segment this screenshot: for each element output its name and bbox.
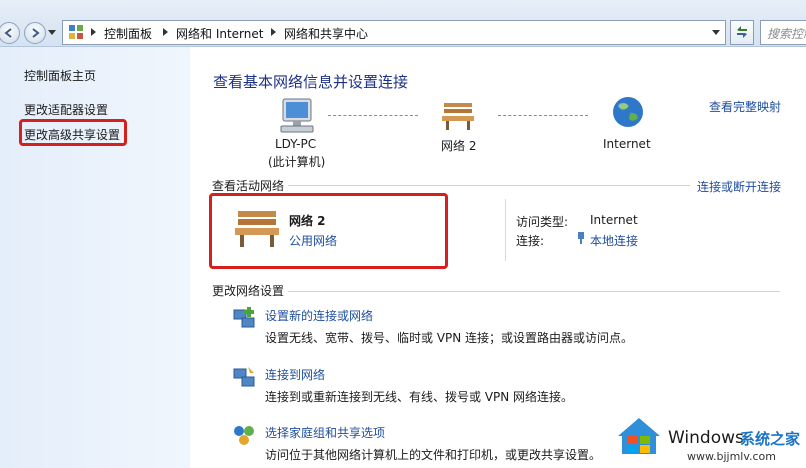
watermark-url: www.bjjmlv.com bbox=[687, 450, 776, 463]
main-pane: 查看基本网络信息并设置连接 查看完整映射 LDY-PC (此计算机) 网络 2 … bbox=[190, 47, 806, 468]
divider bbox=[505, 199, 506, 261]
homegroup-icon bbox=[232, 423, 256, 447]
map-internet-label: Internet bbox=[603, 137, 651, 151]
breadcrumb-chevron-icon[interactable] bbox=[91, 28, 96, 36]
sidebar-item-change-adapter-settings[interactable]: 更改适配器设置 bbox=[24, 101, 108, 118]
bench-icon bbox=[440, 97, 476, 133]
homegroup-sharing-link[interactable]: 选择家庭组和共享选项 bbox=[265, 424, 385, 441]
active-networks-header: 查看活动网络 bbox=[212, 179, 285, 193]
bench-icon bbox=[232, 205, 282, 249]
connect-to-network-desc: 连接到或重新连接到无线、有线、拨号或 VPN 网络连接。 bbox=[265, 390, 574, 404]
breadcrumb-chevron-icon[interactable] bbox=[271, 28, 276, 36]
connect-network-icon bbox=[232, 365, 256, 389]
view-full-map-link[interactable]: 查看完整映射 bbox=[709, 98, 781, 115]
address-bar: 控制面板 网络和 Internet 网络和共享中心 搜索控制面 bbox=[0, 0, 806, 47]
back-button[interactable] bbox=[0, 22, 20, 44]
map-connector-line bbox=[498, 115, 588, 116]
setup-new-connection-desc: 设置无线、宽带、拨号、临时或 VPN 连接；或设置路由器或访问点。 bbox=[265, 331, 634, 345]
forward-button[interactable] bbox=[24, 22, 46, 44]
change-settings-header: 更改网络设置 bbox=[212, 284, 285, 298]
divider bbox=[288, 185, 690, 186]
access-type-label: 访问类型: bbox=[516, 215, 569, 229]
map-network-name: 网络 2 bbox=[441, 139, 477, 153]
watermark-site-name: 系统之家 bbox=[740, 430, 801, 448]
sidebar: 控制面板主页 更改适配器设置 更改高级共享设置 bbox=[0, 47, 190, 468]
network-type-link[interactable]: 公用网络 bbox=[289, 232, 337, 249]
access-type-value: Internet bbox=[590, 213, 638, 227]
computer-icon bbox=[275, 97, 319, 137]
highlight-box bbox=[19, 119, 127, 146]
map-connector-line bbox=[328, 115, 418, 116]
homegroup-sharing-desc: 访问位于其他网络计算机上的文件和打印机，或更改共享设置。 bbox=[265, 448, 602, 462]
search-input[interactable]: 搜索控制面 bbox=[760, 20, 806, 45]
computer-name: LDY-PC bbox=[275, 137, 317, 151]
ethernet-icon bbox=[576, 231, 586, 245]
setup-new-connection-link[interactable]: 设置新的连接或网络 bbox=[265, 307, 373, 324]
page-title: 查看基本网络信息并设置连接 bbox=[213, 73, 409, 91]
computer-note: (此计算机) bbox=[268, 155, 326, 169]
globe-icon bbox=[611, 95, 645, 129]
watermark-brand: Windows bbox=[668, 428, 744, 448]
sidebar-item-control-panel-home[interactable]: 控制面板主页 bbox=[24, 67, 96, 84]
local-connection-link[interactable]: 本地连接 bbox=[590, 232, 638, 249]
breadcrumb-chevron-icon[interactable] bbox=[163, 28, 168, 36]
breadcrumb-network-sharing-center[interactable]: 网络和共享中心 bbox=[284, 25, 368, 42]
divider bbox=[288, 291, 780, 292]
address-input[interactable] bbox=[62, 20, 726, 45]
windows-logo-icon bbox=[616, 416, 662, 456]
connect-disconnect-link[interactable]: 连接或断开连接 bbox=[697, 178, 781, 195]
refresh-icon bbox=[737, 26, 747, 38]
connection-label: 连接: bbox=[516, 234, 545, 248]
connect-to-network-link[interactable]: 连接到网络 bbox=[265, 366, 325, 383]
address-dropdown-icon[interactable] bbox=[712, 30, 720, 35]
control-panel-icon bbox=[68, 24, 84, 40]
breadcrumb-control-panel[interactable]: 控制面板 bbox=[104, 25, 152, 42]
breadcrumb-network-internet[interactable]: 网络和 Internet bbox=[176, 25, 263, 42]
refresh-button[interactable] bbox=[730, 20, 754, 45]
recent-pages-chevron-icon[interactable] bbox=[48, 30, 56, 35]
new-connection-icon bbox=[232, 306, 256, 330]
active-network-name: 网络 2 bbox=[289, 214, 326, 228]
